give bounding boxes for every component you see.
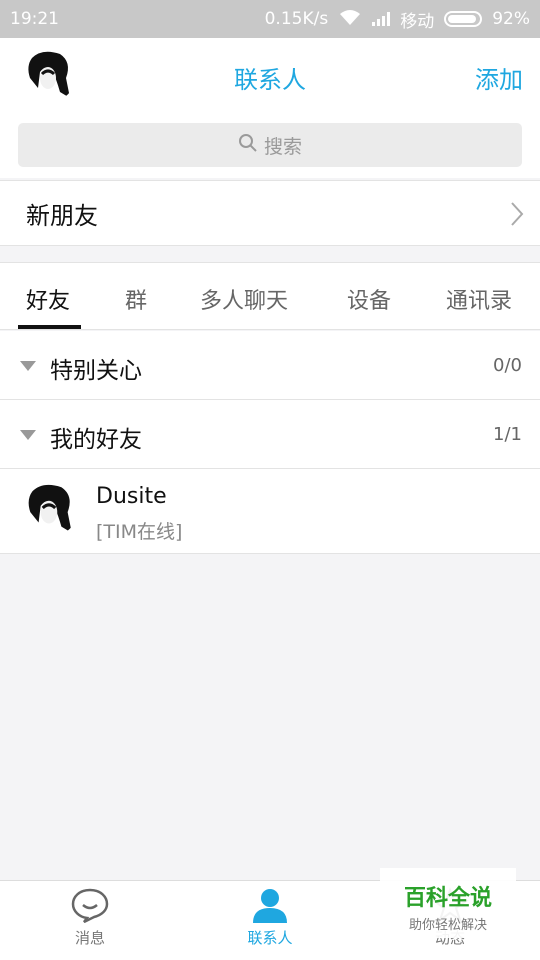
- network-speed: 0.15K/s: [264, 9, 329, 29]
- group-my-friends[interactable]: 我的好友 1/1: [0, 400, 540, 469]
- triangle-down-icon: [20, 361, 36, 371]
- page-title: 联系人: [234, 66, 306, 94]
- new-friends-label: 新朋友: [26, 201, 98, 230]
- search-section: 搜索: [0, 114, 540, 178]
- search-input[interactable]: 搜索: [18, 123, 522, 167]
- group-special-care[interactable]: 特别关心 0/0: [0, 331, 540, 400]
- tab-friends[interactable]: 好友: [26, 283, 70, 315]
- status-time: 19:21: [10, 9, 59, 29]
- watermark: 百科全说 助你轻松解决: [380, 868, 516, 938]
- carrier-label: 移动: [400, 11, 435, 32]
- watermark-title: 百科全说: [403, 886, 492, 911]
- contact-row[interactable]: Dusite [TIM在线]: [0, 469, 540, 554]
- status-right: 0.15K/s 移动 92%: [265, 7, 530, 32]
- status-bar: 19:21 0.15K/s 移动 92%: [0, 0, 540, 38]
- chat-bubble-icon: [30, 887, 150, 923]
- search-icon: [238, 133, 258, 158]
- signal-icon: [372, 12, 391, 26]
- triangle-down-icon: [20, 430, 36, 440]
- person-icon: [210, 887, 330, 923]
- battery-percent: 92%: [492, 9, 530, 29]
- search-placeholder: 搜索: [263, 135, 302, 158]
- nav-contacts-label: 联系人: [247, 929, 293, 947]
- group-name: 我的好友: [50, 427, 142, 453]
- chevron-right-icon: [510, 201, 524, 233]
- tab-address-book[interactable]: 通讯录: [446, 283, 512, 315]
- battery-icon: [444, 11, 483, 27]
- nav-messages-label: 消息: [74, 929, 105, 947]
- tab-groups[interactable]: 群: [125, 283, 147, 315]
- wifi-icon: [338, 8, 362, 31]
- header: 联系人 添加: [0, 38, 540, 114]
- contact-tabs: 好友 群 多人聊天 设备 通讯录: [0, 262, 540, 330]
- group-count: 0/0: [493, 355, 522, 376]
- watermark-subtitle: 助你轻松解决: [408, 918, 487, 933]
- nav-contacts[interactable]: 联系人: [210, 887, 330, 948]
- tab-multi-chat[interactable]: 多人聊天: [200, 283, 288, 315]
- group-name: 特别关心: [50, 358, 142, 384]
- new-friends-row[interactable]: 新朋友: [0, 180, 540, 246]
- contact-name: Dusite: [96, 484, 167, 509]
- contact-avatar: [22, 481, 78, 537]
- active-tab-indicator: [18, 325, 81, 329]
- nav-messages[interactable]: 消息: [30, 887, 150, 948]
- contact-status: [TIM在线]: [96, 521, 183, 543]
- tab-devices[interactable]: 设备: [347, 283, 391, 315]
- add-button[interactable]: 添加: [475, 60, 523, 95]
- group-count: 1/1: [493, 424, 522, 445]
